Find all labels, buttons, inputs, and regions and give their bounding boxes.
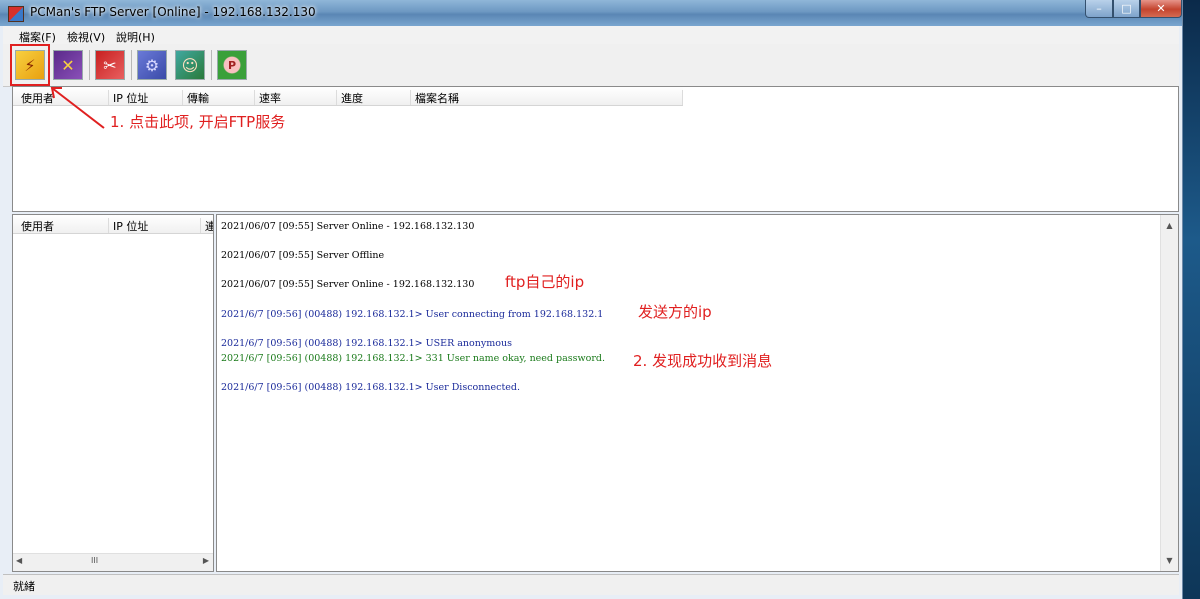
col-transfer[interactable]: 傳輸 <box>183 90 255 105</box>
scroll-thumb-grip[interactable]: III <box>91 556 98 565</box>
col-rate[interactable]: 速率 <box>255 90 337 105</box>
col-filename[interactable]: 檔案名稱 <box>411 90 683 105</box>
menu-file[interactable]: 檔案(F) <box>19 29 56 45</box>
close-button[interactable]: ✕ <box>1140 0 1182 18</box>
annotation-ftp-ip: ftp自己的ip <box>505 273 585 291</box>
transfers-header: 使用者 IP 位址 傳輸 速率 進度 檔案名稱 <box>13 87 683 106</box>
log-vertical-scrollbar[interactable]: ▲ ▼ <box>1160 215 1178 571</box>
transfers-panel: 使用者 IP 位址 傳輸 速率 進度 檔案名稱 <box>12 86 1179 212</box>
scroll-left-icon[interactable]: ◀ <box>16 556 22 565</box>
toolbar: ⚡ ✕ ✂ ⚙ ☺ P <box>3 44 1179 87</box>
log-line: 2021/6/7 [09:56] (00488) 192.168.132.1> … <box>221 382 520 393</box>
title-bar[interactable]: PCMan's FTP Server [Online] - 192.168.13… <box>0 0 1182 26</box>
col-ip[interactable]: IP 位址 <box>109 90 183 105</box>
scroll-right-icon[interactable]: ▶ <box>203 556 209 565</box>
log-line: 2021/6/7 [09:56] (00488) 192.168.132.1> … <box>221 309 604 320</box>
about-button[interactable]: P <box>217 50 247 80</box>
gear-settings-icon: ⚙ <box>144 55 160 75</box>
settings-button[interactable]: ⚙ <box>137 50 167 80</box>
log-line: 2021/6/7 [09:56] (00488) 192.168.132.1> … <box>221 338 512 349</box>
menu-help[interactable]: 說明(H) <box>116 29 155 45</box>
window-title: PCMan's FTP Server [Online] - 192.168.13… <box>30 5 316 19</box>
col-user[interactable]: 使用者 <box>17 218 109 233</box>
col-connection[interactable]: 連 <box>201 218 213 233</box>
users-horizontal-scrollbar[interactable]: ◀ III ▶ <box>13 553 213 571</box>
menu-view[interactable]: 檢視(V) <box>67 29 105 45</box>
pcman-about-icon: P <box>227 58 237 72</box>
stop-server-button[interactable]: ✕ <box>53 50 83 80</box>
log-panel[interactable]: 2021/06/07 [09:55] Server Online - 192.1… <box>216 214 1179 572</box>
ftp-server-window: PCMan's FTP Server [Online] - 192.168.13… <box>0 0 1183 599</box>
log-line: 2021/06/07 [09:55] Server Offline <box>221 250 385 261</box>
status-text: 就緒 <box>13 580 35 593</box>
annotation-sender-ip: 发送方的ip <box>638 303 712 321</box>
kick-user-icon: ✂ <box>103 55 117 75</box>
maximize-button[interactable]: □ <box>1113 0 1140 18</box>
user-manager-icon: ☺ <box>181 55 199 75</box>
menu-bar: 檔案(F) 檢視(V) 說明(H) <box>3 26 1179 45</box>
log-line: 2021/6/7 [09:56] (00488) 192.168.132.1> … <box>221 353 606 364</box>
col-ip[interactable]: IP 位址 <box>109 218 201 233</box>
scroll-up-icon[interactable]: ▲ <box>1161 217 1178 234</box>
kick-user-button[interactable]: ✂ <box>95 50 125 80</box>
col-user[interactable]: 使用者 <box>17 90 109 105</box>
log-line: 2021/06/07 [09:55] Server Online - 192.1… <box>221 279 475 290</box>
minimize-button[interactable]: – <box>1085 0 1113 18</box>
user-manager-button[interactable]: ☺ <box>175 50 205 80</box>
annotation-step2: 2. 发现成功收到消息 <box>633 352 773 370</box>
status-bar: 就緒 <box>3 574 1179 595</box>
stop-x-icon: ✕ <box>61 55 75 75</box>
log-line: 2021/06/07 [09:55] Server Online - 192.1… <box>221 221 475 232</box>
users-header: 使用者 IP 位址 連 <box>13 215 213 234</box>
app-icon <box>8 6 24 22</box>
col-progress[interactable]: 進度 <box>337 90 411 105</box>
start-button-highlight <box>10 44 50 86</box>
users-panel: 使用者 IP 位址 連 ◀ III ▶ <box>12 214 214 572</box>
annotation-step1: 1. 点击此项, 开启FTP服务 <box>110 113 286 131</box>
scroll-down-icon[interactable]: ▼ <box>1161 552 1178 569</box>
